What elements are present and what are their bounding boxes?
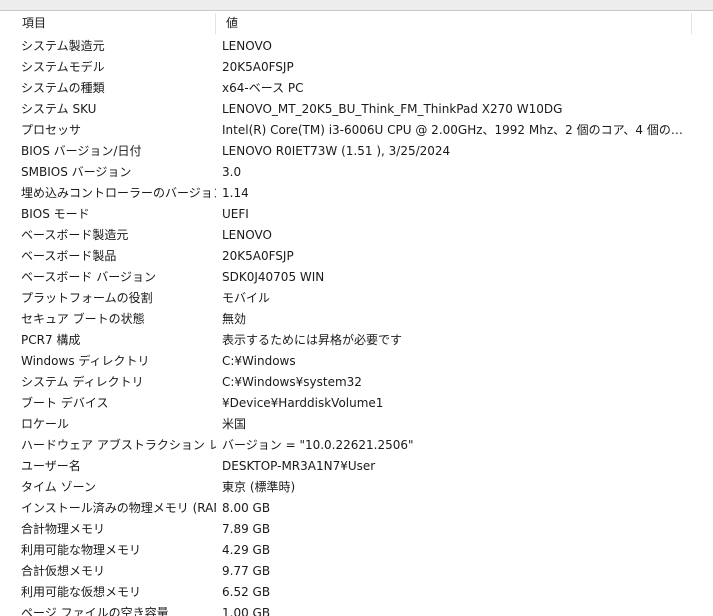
row-value: 20K5A0FSJP: [222, 60, 294, 74]
table-row[interactable]: ベースボード バージョン SDK0J40705 WIN: [12, 267, 713, 288]
row-item-label: 埋め込みコントローラーのバージョン: [21, 186, 216, 200]
row-value: モバイル: [222, 291, 271, 305]
row-item-label: システムの種類: [21, 81, 105, 95]
row-item-label: システム SKU: [21, 102, 97, 116]
table-row[interactable]: ハードウェア アブストラクション レイヤーバージョン = "10.0.22621…: [12, 435, 713, 456]
table-row[interactable]: プラットフォームの役割 モバイル: [12, 288, 713, 309]
row-item-label: システム製造元: [21, 39, 105, 53]
table-row[interactable]: インストール済みの物理メモリ (RAM) 8.00 GB: [12, 498, 713, 519]
row-value: 6.52 GB: [222, 585, 271, 599]
row-item-label: 利用可能な物理メモリ: [21, 543, 142, 557]
row-value: x64-ベース PC: [222, 81, 304, 95]
row-item-label: Windows ディレクトリ: [21, 354, 150, 368]
row-item-label: 合計物理メモリ: [21, 522, 106, 536]
row-item-label: BIOS バージョン/日付: [21, 144, 142, 158]
row-value: LENOVO_MT_20K5_BU_Think_FM_ThinkPad X270…: [222, 102, 563, 116]
row-value: LENOVO: [222, 39, 272, 53]
table-row[interactable]: 合計物理メモリ 7.89 GB: [12, 519, 713, 540]
row-value: 表示するためには昇格が必要です: [222, 333, 403, 347]
row-value: 東京 (標準時): [222, 480, 296, 494]
table-row[interactable]: SMBIOS バージョン 3.0: [12, 162, 713, 183]
table-row[interactable]: 利用可能な仮想メモリ 6.52 GB: [12, 582, 713, 603]
row-item-label: 合計仮想メモリ: [21, 564, 106, 578]
table-row[interactable]: PCR7 構成 表示するためには昇格が必要です: [12, 330, 713, 351]
row-value: DESKTOP-MR3A1N7¥User: [222, 459, 376, 473]
row-item-label: ユーザー名: [21, 459, 81, 473]
table-row[interactable]: BIOS モード UEFI: [12, 204, 713, 225]
table-row[interactable]: Windows ディレクトリ C:¥Windows: [12, 351, 713, 372]
row-item-label: BIOS モード: [21, 207, 90, 221]
table-row[interactable]: タイム ゾーン 東京 (標準時): [12, 477, 713, 498]
row-value: LENOVO: [222, 228, 272, 242]
row-value: 1.14: [222, 186, 249, 200]
row-value: 米国: [222, 417, 247, 431]
row-item-label: ハードウェア アブストラクション レイヤー: [21, 438, 216, 452]
row-item-label: ページ ファイルの空き容量: [21, 606, 169, 616]
table-row[interactable]: ベースボード製品 20K5A0FSJP: [12, 246, 713, 267]
row-value: UEFI: [222, 207, 249, 221]
row-item-label: システム ディレクトリ: [21, 375, 144, 389]
table-row[interactable]: ロケール 米国: [12, 414, 713, 435]
row-value: C:¥Windows: [222, 354, 296, 368]
table-row[interactable]: ユーザー名 DESKTOP-MR3A1N7¥User: [12, 456, 713, 477]
top-window-edge: [0, 0, 713, 11]
table-row[interactable]: 埋め込みコントローラーのバージョン 1.14: [12, 183, 713, 204]
row-value: LENOVO R0IET73W (1.51 ), 3/25/2024: [222, 144, 451, 158]
table-row[interactable]: システムモデル 20K5A0FSJP: [12, 57, 713, 78]
table-row[interactable]: システムの種類 x64-ベース PC: [12, 78, 713, 99]
row-item-label: インストール済みの物理メモリ (RAM): [21, 501, 216, 515]
row-value: 4.29 GB: [222, 543, 271, 557]
row-item-label: プラットフォームの役割: [21, 291, 153, 305]
table-row[interactable]: システム製造元 LENOVO: [12, 36, 713, 57]
table-row[interactable]: 合計仮想メモリ 9.77 GB: [12, 561, 713, 582]
row-value: 8.00 GB: [222, 501, 271, 515]
row-item-label: システムモデル: [21, 60, 105, 74]
row-value: C:¥Windows¥system32: [222, 375, 362, 389]
table-row[interactable]: システム ディレクトリ C:¥Windows¥system32: [12, 372, 713, 393]
row-value: 7.89 GB: [222, 522, 271, 536]
table-row[interactable]: BIOS バージョン/日付 LENOVO R0IET73W (1.51 ), 3/…: [12, 141, 713, 162]
table-row[interactable]: 利用可能な物理メモリ 4.29 GB: [12, 540, 713, 561]
table-row[interactable]: ベースボード製造元 LENOVO: [12, 225, 713, 246]
row-value: 1.00 GB: [222, 606, 271, 616]
row-item-label: ブート デバイス: [21, 396, 109, 410]
list-header: 項目 値: [12, 11, 713, 35]
row-item-label: タイム ゾーン: [21, 480, 96, 494]
row-item-label: 利用可能な仮想メモリ: [21, 585, 142, 599]
row-value: 3.0: [222, 165, 242, 179]
list-rows: システム製造元 LENOVO システムモデル 20K5A0FSJP システムの種類 x64…: [12, 36, 713, 616]
table-row[interactable]: セキュア ブートの状態 無効: [12, 309, 713, 330]
table-row[interactable]: ブート デバイス ¥Device¥HarddiskVolume1: [12, 393, 713, 414]
row-item-label: SMBIOS バージョン: [21, 165, 132, 179]
row-item-label: プロセッサ: [21, 123, 82, 137]
row-item-label: ベースボード製品: [21, 249, 117, 263]
row-item-label: ベースボード バージョン: [21, 270, 156, 284]
table-row[interactable]: ページ ファイルの空き容量 1.00 GB: [12, 603, 713, 616]
row-value: ¥Device¥HarddiskVolume1: [222, 396, 384, 410]
row-value: Intel(R) Core(TM) i3-6006U CPU @ 2.00GHz…: [222, 123, 687, 137]
column-header-value[interactable]: 値: [216, 11, 692, 35]
column-header-extra: [692, 11, 713, 35]
row-value: 20K5A0FSJP: [222, 249, 294, 263]
column-header-item[interactable]: 項目: [12, 11, 216, 35]
table-row[interactable]: プロセッサ Intel(R) Core(TM) i3-6006U CPU @ 2.…: [12, 120, 713, 141]
table-row[interactable]: システム SKU LENOVO_MT_20K5_BU_Think_FM_Think…: [12, 99, 713, 120]
row-item-label: ロケール: [21, 417, 70, 431]
row-value: 無効: [222, 312, 247, 326]
row-value: 9.77 GB: [222, 564, 271, 578]
row-item-label: ベースボード製造元: [21, 228, 129, 242]
row-value: SDK0J40705 WIN: [222, 270, 325, 284]
row-item-label: セキュア ブートの状態: [21, 312, 145, 326]
row-value: バージョン = "10.0.22621.2506": [222, 438, 414, 452]
system-info-list[interactable]: 項目 値 システム製造元 LENOVO システムモデル 20K5A0FSJP システムの…: [12, 11, 713, 616]
row-item-label: PCR7 構成: [21, 333, 81, 347]
system-summary-window: 項目 値 システム製造元 LENOVO システムモデル 20K5A0FSJP システムの…: [0, 0, 713, 616]
